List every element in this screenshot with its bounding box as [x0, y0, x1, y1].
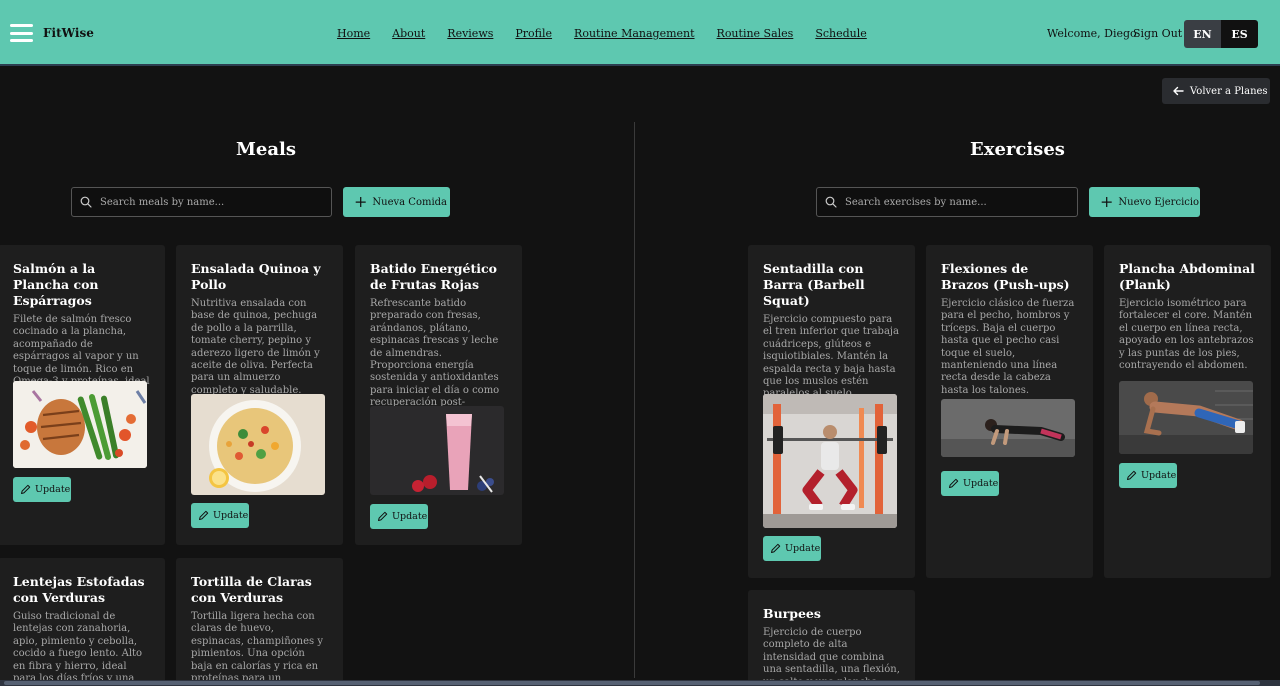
exercise-card-title: Sentadilla con Barra (Barbell Squat) [763, 261, 865, 308]
meal-image-salmon [13, 381, 147, 468]
update-meal-button[interactable]: Update [13, 477, 71, 502]
exercise-card-description: Ejercicio compuesto para el tren inferio… [763, 314, 899, 400]
meal-card: Batido Energético de Frutas Rojas Refres… [355, 245, 522, 545]
nav-link-schedule[interactable]: Schedule [815, 27, 866, 40]
pencil-icon [949, 478, 959, 488]
back-button-label: Volver a Planes [1190, 85, 1268, 97]
top-navbar: FitWise Home About Reviews Profile Routi… [0, 0, 1280, 66]
update-label: Update [213, 510, 249, 521]
exercise-card-description: Ejercicio clásico de fuerza para el pech… [941, 298, 1075, 396]
lang-en-button[interactable]: EN [1184, 20, 1221, 48]
nav-link-routine-sales[interactable]: Routine Sales [717, 27, 794, 40]
meal-card-title: Tortilla de Claras con Verduras [191, 574, 312, 605]
meal-card-description: Guiso tradicional de lentejas con zanaho… [13, 611, 143, 686]
plus-icon: + [354, 192, 368, 211]
pencil-icon [378, 511, 388, 521]
add-meal-button[interactable]: + Nueva Comida [343, 187, 450, 217]
exercise-image-plank [1119, 381, 1253, 454]
meal-card-title: Salmón a la Plancha con Espárragos [13, 261, 99, 308]
update-label: Update [785, 543, 821, 554]
update-label: Update [1141, 470, 1177, 481]
update-label: Update [963, 478, 999, 489]
exercise-card-description: Ejercicio de cuerpo completo de alta int… [763, 627, 900, 686]
meal-image-berry-smoothie [370, 406, 504, 495]
update-label: Update [35, 484, 71, 495]
back-to-plans-button[interactable]: Volver a Planes [1162, 78, 1270, 104]
exercise-card: Burpees Ejercicio de cuerpo completo de … [748, 590, 915, 686]
exercise-card-title: Plancha Abdominal (Plank) [1119, 261, 1255, 292]
exercises-search-input[interactable] [845, 196, 1077, 208]
hamburger-menu-icon[interactable] [10, 24, 33, 42]
meal-card: Ensalada Quinoa y Pollo Nutritiva ensala… [176, 245, 343, 545]
meal-card: Tortilla de Claras con Verduras Tortilla… [176, 558, 343, 686]
add-meal-label: Nueva Comida [372, 196, 448, 208]
welcome-text: Welcome, Diego [1047, 27, 1137, 40]
language-switcher: EN ES [1184, 20, 1258, 48]
exercise-card: Plancha Abdominal (Plank) Ejercicio isom… [1104, 245, 1271, 578]
meals-search-box [71, 187, 332, 217]
update-exercise-button[interactable]: Update [941, 471, 999, 496]
update-exercise-button[interactable]: Update [1119, 463, 1177, 488]
plus-icon: + [1100, 192, 1114, 211]
sign-out-link[interactable]: Sign Out [1133, 27, 1182, 40]
add-exercise-label: Nuevo Ejercicio [1118, 196, 1200, 208]
update-label: Update [392, 511, 428, 522]
exercise-card-title: Flexiones de Brazos (Push-ups) [941, 261, 1070, 292]
exercise-image-barbell-squat [763, 394, 897, 528]
scrollbar-thumb[interactable] [4, 681, 1260, 685]
nav-link-about[interactable]: About [392, 27, 425, 40]
column-divider [634, 122, 635, 678]
nav-link-profile[interactable]: Profile [515, 27, 552, 40]
meal-card: Salmón a la Plancha con Espárragos Filet… [0, 245, 165, 545]
update-meal-button[interactable]: Update [191, 503, 249, 528]
meal-card: Lentejas Estofadas con Verduras Guiso tr… [0, 558, 165, 686]
meal-card-description: Refrescante batido preparado con fresas,… [370, 298, 500, 421]
exercise-image-push-ups [941, 399, 1075, 457]
pencil-icon [199, 510, 209, 520]
meal-card-title: Lentejas Estofadas con Verduras [13, 574, 145, 605]
meal-card-description: Tortilla ligera hecha con claras de huev… [191, 611, 323, 686]
update-meal-button[interactable]: Update [370, 504, 428, 529]
nav-link-routine-management[interactable]: Routine Management [574, 27, 694, 40]
search-icon [825, 196, 837, 208]
horizontal-scrollbar[interactable] [0, 680, 1280, 686]
exercises-title: Exercises [970, 139, 1065, 160]
pencil-icon [21, 484, 31, 494]
meals-title: Meals [236, 139, 297, 160]
exercise-card: Sentadilla con Barra (Barbell Squat) Eje… [748, 245, 915, 578]
nav-link-home[interactable]: Home [337, 27, 370, 40]
nav-links: Home About Reviews Profile Routine Manag… [337, 27, 867, 40]
pencil-icon [771, 543, 781, 553]
exercise-card-title: Burpees [763, 606, 821, 621]
search-icon [80, 196, 92, 208]
meal-card-title: Batido Energético de Frutas Rojas [370, 261, 497, 292]
meal-card-description: Nutritiva ensalada con base de quinoa, p… [191, 298, 320, 396]
meal-image-quinoa-salad [191, 394, 325, 495]
nav-link-reviews[interactable]: Reviews [447, 27, 493, 40]
exercise-card: Flexiones de Brazos (Push-ups) Ejercicio… [926, 245, 1093, 578]
meal-card-title: Ensalada Quinoa y Pollo [191, 261, 321, 292]
meals-search-input[interactable] [100, 196, 331, 208]
exercise-card-description: Ejercicio isométrico para fortalecer el … [1119, 298, 1254, 372]
update-exercise-button[interactable]: Update [763, 536, 821, 561]
add-exercise-button[interactable]: + Nuevo Ejercicio [1089, 187, 1200, 217]
brand-logo[interactable]: FitWise [43, 26, 94, 40]
arrow-left-icon [1173, 86, 1184, 96]
lang-es-button[interactable]: ES [1221, 20, 1258, 48]
exercises-search-box [816, 187, 1078, 217]
pencil-icon [1127, 470, 1137, 480]
